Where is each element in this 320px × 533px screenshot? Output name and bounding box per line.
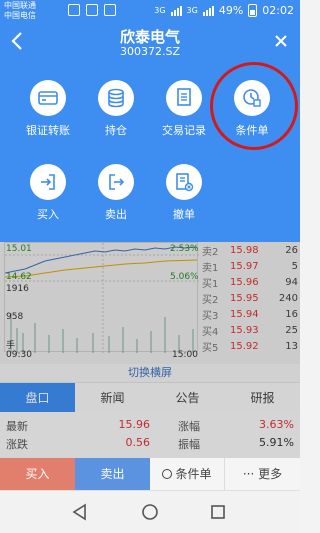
clock-icon [162, 469, 173, 479]
photo-icon [86, 4, 98, 16]
system-status: 3G 3G 49% 02:02 [154, 4, 294, 17]
chart-frame [4, 242, 199, 353]
square-recents-icon [211, 505, 225, 519]
menu-item-trade-records[interactable]: 交易记录 [146, 80, 222, 138]
carrier-2: 中国电信 [4, 11, 36, 20]
login-icon [30, 164, 66, 200]
order-book-row: 买1 15.96 94 [202, 276, 298, 290]
notification-icons [68, 4, 116, 16]
nav-home-button[interactable] [140, 502, 160, 522]
menu-item-label: 银证转账 [26, 124, 70, 137]
amplitude-value: 5.91% [259, 436, 294, 449]
stat-row: 涨跌 0.56 振幅 5.91% [6, 436, 294, 452]
buy-button[interactable]: 买入 [0, 458, 75, 490]
price-top-label: 15.01 [6, 244, 32, 254]
info-tabs: 盘口 新闻 公告 研报 [0, 382, 300, 412]
tab-news[interactable]: 新闻 [75, 383, 150, 412]
order-book-row: 卖1 15.97 5 [202, 260, 298, 274]
close-button[interactable] [274, 32, 288, 53]
carrier-1: 中国联通 [4, 1, 36, 10]
coins-icon [98, 80, 134, 116]
notification-icon [68, 4, 80, 16]
nav-recents-button[interactable] [208, 502, 228, 522]
latest-label: 最新 [6, 420, 28, 433]
action-menu: 银证转账 持仓 交易记录 条件单 买入 卖出 撤单 [0, 64, 300, 242]
conditional-order-button[interactable]: 条件单 [150, 458, 225, 490]
intraday-chart: 15.01 2.53% 14.62 5.06% 1916 958 手 09:30… [0, 242, 300, 364]
header: 欣泰电气 300372.SZ [0, 24, 300, 64]
menu-item-holdings[interactable]: 持仓 [78, 80, 154, 138]
tab-quote[interactable]: 盘口 [0, 383, 75, 412]
quote-stats: 最新 15.96 涨幅 3.63% 涨跌 0.56 振幅 5.91% [0, 418, 300, 454]
menu-item-label: 条件单 [235, 124, 269, 137]
menu-item-label: 买入 [37, 208, 59, 221]
nav-back-button[interactable] [70, 502, 90, 522]
bottom-action-bar: 买入 卖出 条件单 ··· 更多 [0, 458, 300, 490]
change-pct-label: 涨幅 [178, 420, 200, 433]
order-book-row: 买2 15.95 240 [202, 292, 298, 306]
switch-landscape-button[interactable]: 切换横屏 [0, 364, 300, 382]
triangle-back-icon [72, 503, 86, 521]
menu-item-buy[interactable]: 买入 [10, 164, 86, 222]
price-mid-label: 14.62 [6, 272, 32, 282]
battery-icon [248, 4, 258, 17]
menu-item-sell[interactable]: 卖出 [78, 164, 154, 222]
stock-code: 300372.SZ [119, 45, 180, 58]
sell-button[interactable]: 卖出 [75, 458, 150, 490]
change-value: 0.56 [125, 436, 151, 449]
volume-top-label: 1916 [6, 284, 29, 294]
conditional-order-label: 条件单 [175, 467, 212, 481]
clock-doc-icon [234, 80, 270, 116]
tab-announcements[interactable]: 公告 [150, 383, 225, 412]
close-icon [275, 35, 287, 47]
order-book-row: 买3 15.94 16 [202, 308, 298, 322]
tab-research[interactable]: 研报 [225, 383, 300, 412]
change-label: 涨跌 [6, 438, 28, 451]
network-1-label: 3G [154, 6, 166, 15]
logout-icon [98, 164, 134, 200]
status-bar: 中国联通 中国电信 3G 3G 49% 02:02 [0, 0, 300, 24]
circle-home-icon [142, 504, 158, 520]
clock: 02:02 [262, 4, 294, 17]
pct-top-label: 2.53% [170, 244, 199, 254]
menu-item-label: 撤单 [173, 208, 195, 221]
download-icon [104, 4, 116, 16]
document-icon [166, 80, 202, 116]
carrier-info: 中国联通 中国电信 [4, 1, 36, 21]
latest-value: 15.96 [118, 418, 151, 431]
card-icon [30, 80, 66, 116]
menu-item-bank-transfer[interactable]: 银证转账 [10, 80, 86, 138]
menu-item-conditional-order[interactable]: 条件单 [214, 80, 290, 138]
time-start-label: 09:30 [6, 350, 32, 360]
signal-1-icon [170, 5, 182, 16]
menu-item-label: 持仓 [105, 124, 127, 137]
menu-item-label: 卖出 [105, 208, 127, 221]
order-book-row: 买4 15.93 25 [202, 324, 298, 338]
network-2-label: 3G [186, 6, 198, 15]
change-pct-value: 3.63% [259, 418, 294, 431]
volume-mid-label: 958 [6, 312, 24, 322]
amplitude-label: 振幅 [178, 438, 200, 451]
stock-name: 欣泰电气 [119, 28, 180, 46]
system-nav-bar [0, 490, 300, 533]
order-book-row: 买5 15.92 13 [202, 340, 298, 354]
chart-svg [4, 243, 199, 353]
more-button[interactable]: ··· 更多 [225, 458, 300, 490]
order-book-row: 卖2 15.98 26 [202, 244, 298, 258]
menu-item-cancel-order[interactable]: 撤单 [146, 164, 222, 222]
battery-percent: 49% [218, 4, 244, 17]
time-end-label: 15:00 [172, 350, 198, 360]
signal-2-icon [202, 5, 214, 16]
order-book: 卖2 15.98 26 卖1 15.97 5 买1 15.96 94 买2 15.95 240 … [202, 242, 300, 364]
menu-item-label: 交易记录 [162, 124, 206, 137]
pct-mid-label: 5.06% [170, 272, 199, 282]
stat-row: 最新 15.96 涨幅 3.63% [6, 418, 294, 434]
cancel-doc-icon [166, 164, 202, 200]
